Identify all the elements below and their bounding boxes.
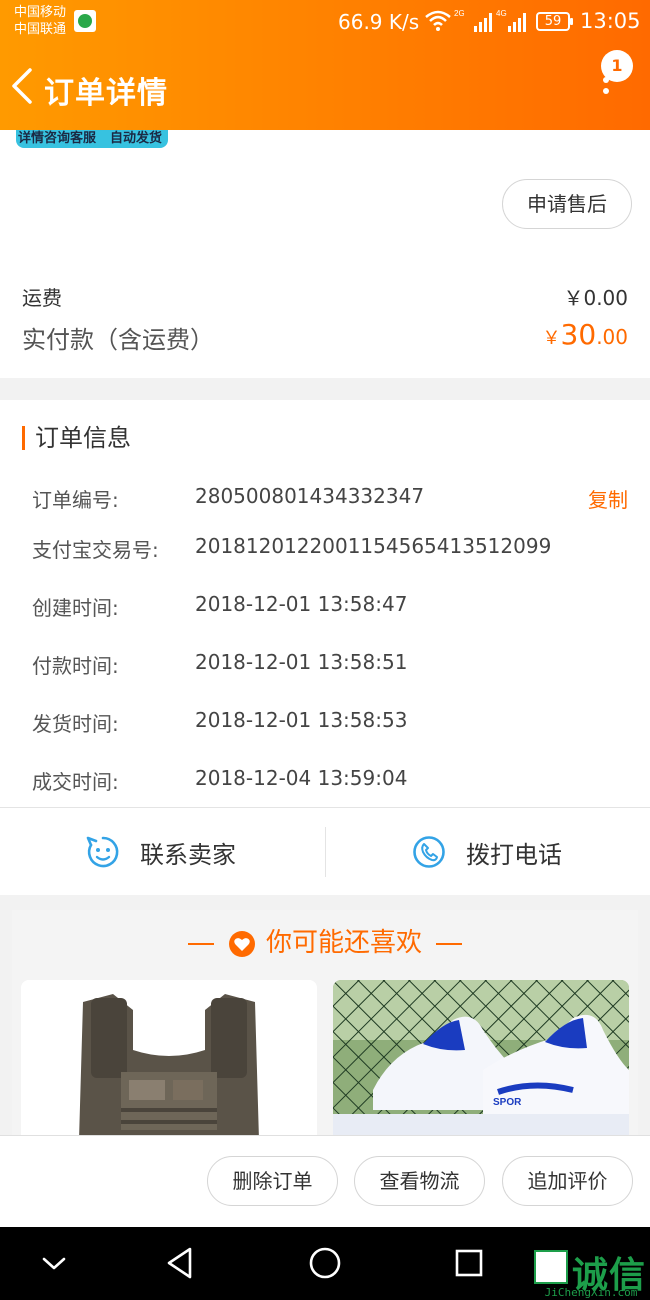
promo-strip: 详情咨询客服 自动发货 [16, 130, 169, 148]
shipped-time-value: 2018-12-01 13:58:53 [195, 708, 408, 732]
battery-icon: 59 [536, 12, 573, 31]
order-number-value: 280500801434332347 [195, 484, 425, 508]
paid-integer: 30 [560, 318, 597, 351]
delete-order-button[interactable]: 删除订单 [207, 1156, 338, 1206]
order-info-card: 订单信息 订单编号: 280500801434332347 复制 支付宝交易号:… [0, 400, 650, 895]
wifi-icon: 2G [425, 9, 464, 31]
divider [0, 807, 650, 808]
completed-time-label: 成交时间: [32, 770, 119, 794]
recommendation-title-text: 你可能还喜欢 [265, 928, 422, 958]
nav-recents-icon[interactable] [454, 1248, 484, 1278]
product-card-sneaker[interactable]: SPOR [333, 980, 629, 1140]
recommendation-title: 你可能还喜欢 [12, 922, 638, 959]
alipay-trade-label: 支付宝交易号: [32, 538, 159, 562]
carrier-2: 中国联通 [14, 22, 67, 37]
paid-time-value: 2018-12-01 13:58:51 [195, 650, 408, 674]
call-phone-button[interactable]: 拨打电话 [412, 832, 562, 872]
recommendation-section: 你可能还喜欢 SPOR [12, 910, 638, 1140]
product-card-vest[interactable] [21, 980, 317, 1140]
order-info-title: 订单信息 [22, 426, 131, 450]
shoe-brand-text: SPOR [493, 1097, 522, 1108]
notification-badge[interactable]: 1 [601, 50, 633, 82]
more-dot-icon [603, 88, 609, 94]
nav-collapse-icon[interactable] [40, 1251, 68, 1275]
svg-text:2G: 2G [454, 9, 464, 18]
call-phone-label: 拨打电话 [466, 840, 562, 869]
promo-tag: 详情咨询客服 [18, 131, 97, 146]
phone-icon [413, 836, 445, 868]
divider [325, 827, 326, 877]
watermark-seal-icon [534, 1250, 568, 1284]
back-arrow-icon[interactable] [8, 66, 38, 106]
decor-line [187, 942, 214, 945]
app-header: 中国移动 中国联通 66.9 K/s 2G 4G 59 13:05 订单详情 1 [0, 0, 650, 130]
bottom-action-bar: 删除订单 查看物流 追加评价 [0, 1135, 650, 1227]
watermark-logo: 诚信 JiChengXin.com [532, 1248, 650, 1300]
network-speed: 66.9 K/s [338, 10, 420, 34]
completed-time-value: 2018-12-04 13:59:04 [195, 766, 408, 790]
paid-amount-value: ￥30.00 [543, 318, 628, 351]
paid-time-label: 付款时间: [32, 654, 119, 678]
promo-tag: 自动发货 [110, 131, 163, 146]
view-logistics-button[interactable]: 查看物流 [354, 1156, 485, 1206]
nav-home-icon[interactable] [308, 1246, 342, 1280]
order-number-label: 订单编号: [32, 488, 119, 512]
carrier-logo-icon [74, 10, 96, 32]
created-time-label: 创建时间: [32, 596, 119, 620]
contact-seller-button[interactable]: 联系卖家 [86, 832, 236, 872]
contact-seller-label: 联系卖家 [140, 840, 236, 869]
carrier-names: 中国移动 中国联通 [14, 4, 66, 38]
shipped-time-label: 发货时间: [32, 712, 119, 736]
chat-face-icon [86, 836, 119, 868]
shipping-label: 运费 [22, 286, 62, 310]
nav-back-icon[interactable] [164, 1246, 196, 1280]
svg-text:4G: 4G [496, 9, 507, 18]
status-time: 13:05 [580, 9, 641, 33]
carrier-1: 中国移动 [14, 5, 67, 20]
status-bar: 中国移动 中国联通 66.9 K/s 2G 4G 59 13:05 [0, 0, 650, 48]
paid-decimal: .00 [596, 325, 628, 349]
alipay-trade-value: 2018120122001154565413512099 [195, 534, 552, 558]
copy-order-number-button[interactable]: 复制 [588, 484, 628, 513]
tactical-vest-image [21, 980, 317, 1140]
apply-aftersale-button[interactable]: 申请售后 [502, 179, 632, 229]
page-title: 订单详情 [44, 76, 168, 111]
watermark-domain: JiChengXin.com [544, 1286, 638, 1299]
signal-4g-icon: 4G [496, 9, 526, 32]
add-review-button[interactable]: 追加评价 [502, 1156, 633, 1206]
shipping-value: ￥0.00 [563, 286, 628, 310]
created-time-value: 2018-12-01 13:58:47 [195, 592, 408, 616]
heart-icon [228, 930, 255, 957]
sneaker-image: SPOR [333, 980, 629, 1140]
order-summary-card: 详情咨询客服 自动发货 申请售后 运费 ￥0.00 实付款（含运费） ￥30.00 [0, 130, 650, 378]
paid-amount-label: 实付款（含运费） [22, 326, 214, 354]
decor-line [436, 942, 463, 945]
paid-currency: ￥ [542, 328, 561, 349]
